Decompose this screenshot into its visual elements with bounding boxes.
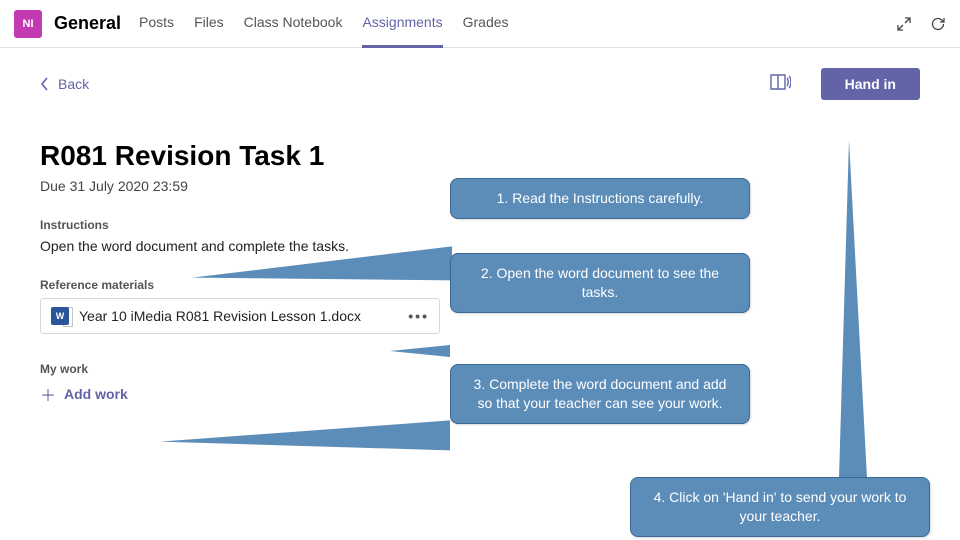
refresh-icon[interactable] [930, 16, 946, 32]
tab-posts[interactable]: Posts [139, 0, 174, 48]
channel-name: General [54, 13, 121, 34]
top-bar: NI General Posts Files Class Notebook As… [0, 0, 960, 48]
callout-2-tail [390, 345, 450, 357]
callout-3-tail [160, 420, 450, 465]
team-badge: NI [14, 10, 42, 38]
file-more-button[interactable]: ••• [408, 308, 429, 324]
tab-assignments[interactable]: Assignments [362, 0, 442, 48]
tab-grades[interactable]: Grades [463, 0, 509, 48]
word-icon: W [51, 307, 69, 325]
tab-files[interactable]: Files [194, 0, 224, 48]
tab-class-notebook[interactable]: Class Notebook [244, 0, 343, 48]
instructions-text: Open the word document and complete the … [40, 238, 920, 254]
chevron-left-icon [40, 76, 50, 92]
callout-3: 3. Complete the word document and add so… [450, 364, 750, 424]
assignment-title: R081 Revision Task 1 [40, 140, 920, 172]
reference-file-card[interactable]: W Year 10 iMedia R081 Revision Lesson 1.… [40, 298, 440, 334]
reference-file-name: Year 10 iMedia R081 Revision Lesson 1.do… [79, 308, 361, 324]
plus-icon: ＋ [40, 382, 56, 406]
add-work-label: Add work [64, 386, 128, 402]
instructions-label: Instructions [40, 218, 920, 232]
actions-row: Back Hand in [40, 68, 920, 100]
expand-icon[interactable] [896, 16, 912, 32]
callout-1: 1. Read the Instructions carefully. [450, 178, 750, 219]
hand-in-button[interactable]: Hand in [821, 68, 920, 100]
immersive-reader-icon[interactable] [769, 72, 791, 97]
top-right-controls [896, 16, 946, 32]
back-button[interactable]: Back [40, 76, 89, 92]
callout-4: 4. Click on 'Hand in' to send your work … [630, 477, 930, 537]
tabs: Posts Files Class Notebook Assignments G… [139, 0, 508, 48]
back-label: Back [58, 76, 89, 92]
callout-4-tail [839, 140, 867, 478]
callout-2: 2. Open the word document to see the tas… [450, 253, 750, 313]
